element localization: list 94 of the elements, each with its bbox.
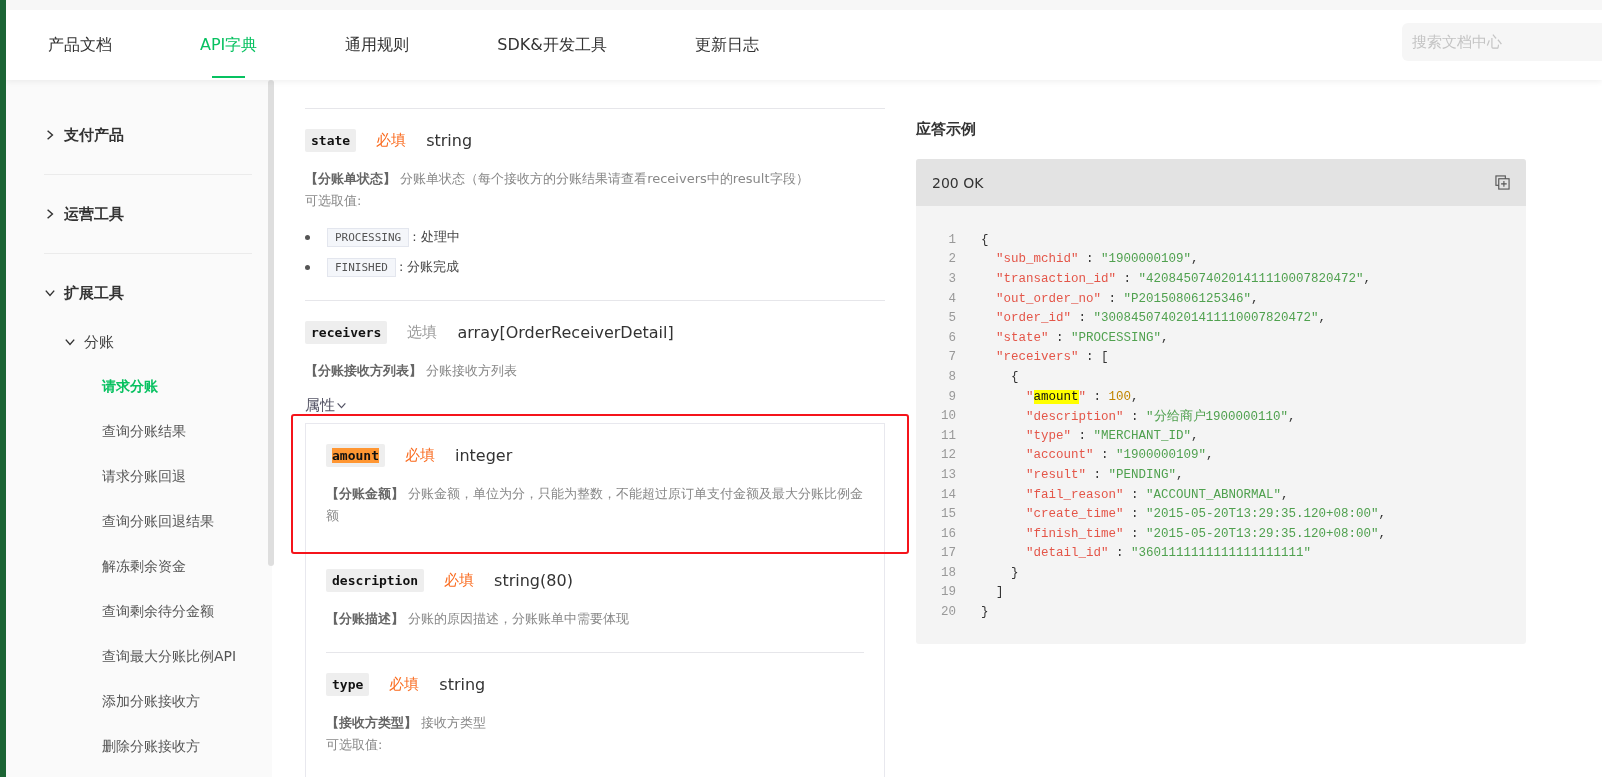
line-number: 14: [940, 487, 956, 502]
nav-tab[interactable]: 更新日志: [694, 10, 759, 80]
code-line: "state" : "PROCESSING",: [995, 330, 1169, 345]
code-line: "amount" : 100,: [1025, 389, 1139, 404]
param-type: string: [426, 131, 473, 150]
option-code: PROCESSING: [327, 227, 410, 247]
param-description: 【分账金额】 分账金额，单位为分，只能为整数，不能超过原订单支付金额及最大分账比例金额: [326, 485, 864, 525]
sidebar-item[interactable]: 查询分账结果: [44, 409, 272, 454]
param-type: array[OrderReceiverDetail]: [457, 323, 674, 342]
line-number: 15: [940, 507, 956, 522]
sidebar-group[interactable]: 运营工具: [44, 189, 272, 239]
code-line: }: [1010, 565, 1019, 580]
option-label: : 分账完成: [399, 258, 460, 276]
required-label: 必填: [444, 571, 475, 590]
line-number: 8: [947, 369, 956, 384]
code-line: {: [1010, 369, 1019, 384]
param-description: 【分账接收方列表】 分账接收方列表: [305, 362, 519, 380]
bullet-icon: [305, 264, 310, 270]
sidebar-subgroup[interactable]: 分账: [44, 320, 272, 364]
code-line: "fail_reason" : "ACCOUNT_ABNORMAL",: [1025, 487, 1289, 502]
sidebar-group[interactable]: 扩展工具: [44, 268, 272, 318]
line-number: 20: [940, 605, 956, 620]
param-description: 【接收方类型】 接收方类型: [326, 714, 488, 732]
sidebar-item[interactable]: 解冻剩余资金: [44, 544, 272, 589]
chevron-icon: [44, 208, 56, 220]
option-label: : 处理中: [412, 228, 460, 246]
code-line: "transaction_id" : "4208450740201411110007820472",: [995, 272, 1372, 286]
line-number: 1: [947, 232, 956, 247]
code-line: {: [981, 232, 989, 247]
line-number: 3: [947, 272, 956, 286]
code-line: ]: [995, 585, 1004, 600]
line-number: 18: [940, 565, 956, 580]
nav-tab[interactable]: SDK&开发工具: [497, 10, 607, 80]
chevron-icon: [44, 287, 56, 299]
param-type: string: [439, 675, 486, 694]
code-line: "result" : "PENDING",: [1025, 467, 1184, 482]
line-number: 5: [947, 311, 956, 326]
scrollbar-thumb[interactable]: [268, 80, 274, 566]
attributes-toggle[interactable]: 属性: [305, 396, 347, 415]
code-line: "order_id" : "3008450740201411110007820472",: [995, 311, 1327, 326]
param-name: state: [305, 129, 357, 152]
param-type: integer: [454, 446, 513, 465]
options-label: 可选取值:: [326, 736, 384, 754]
sidebar-group[interactable]: 支付产品: [44, 110, 272, 160]
options-label: 可选取值:: [305, 192, 363, 210]
sidebar-item[interactable]: 添加分账接收方: [44, 679, 272, 724]
bullet-icon: [305, 234, 310, 240]
line-number: 19: [940, 585, 956, 600]
param-name: description: [326, 569, 425, 592]
chevron-icon: [336, 400, 347, 411]
line-number: 11: [940, 428, 956, 443]
chevron-icon: [64, 336, 76, 348]
code-line: "account" : "1900000109",: [1025, 448, 1214, 463]
param-name: type: [326, 673, 370, 696]
code-line: "detail_id" : "3601111111111111111111": [1025, 546, 1312, 561]
line-number: 7: [947, 350, 956, 365]
param-description: 【分账单状态】 分账单状态（每个接收方的分账结果请查看receivers中的result字段）: [305, 170, 810, 188]
sidebar-item[interactable]: 查询最大分账比例API: [44, 634, 272, 679]
line-number: 9: [947, 389, 956, 404]
code-line: "create_time" : "2015-05-20T13:29:35.120+08:00",: [1025, 507, 1387, 522]
line-number: 13: [940, 467, 956, 482]
code-line: "finish_time" : "2015-05-20T13:29:35.120+08:00",: [1025, 526, 1387, 541]
required-label: 选填: [407, 323, 438, 342]
sidebar-item[interactable]: 删除分账接收方: [44, 724, 272, 769]
sidebar-item[interactable]: 查询分账回退结果: [44, 499, 272, 544]
code-line: }: [981, 605, 989, 620]
line-number: 4: [947, 291, 956, 306]
param-type: string(80): [494, 571, 573, 590]
required-label: 必填: [376, 131, 407, 150]
code-line: "description" : "分给商户1900000110",: [1025, 408, 1296, 425]
status-text: 200 OK: [932, 174, 984, 191]
line-number: 12: [940, 448, 956, 463]
copy-icon[interactable]: [1495, 175, 1510, 190]
param-name: amount: [326, 444, 385, 467]
nav-tab[interactable]: 产品文档: [48, 10, 112, 80]
line-number: 17: [940, 546, 956, 561]
line-number: 2: [947, 252, 956, 267]
line-number: 6: [947, 330, 956, 345]
line-number: 10: [940, 409, 956, 424]
code-line: "sub_mchid" : "1900000109",: [995, 252, 1199, 267]
section-title: 应答示例: [916, 120, 977, 139]
code-line: "type" : "MERCHANT_ID",: [1025, 428, 1199, 443]
param-description: 【分账描述】 分账的原因描述，分账账单中需要体现: [326, 610, 631, 628]
nav-tab[interactable]: 通用规则: [345, 10, 410, 80]
code-line: "receivers" : [: [995, 350, 1109, 365]
required-label: 必填: [389, 675, 420, 694]
param-name: receivers: [305, 321, 388, 344]
sidebar-item[interactable]: 请求分账回退: [44, 454, 272, 499]
code-line: "out_order_no" : "P20150806125346",: [995, 291, 1259, 306]
sidebar-item[interactable]: 查询剩余待分金额: [44, 589, 272, 634]
chevron-icon: [44, 129, 56, 141]
required-label: 必填: [404, 446, 435, 465]
option-code: FINISHED: [327, 257, 396, 277]
line-number: 16: [940, 526, 956, 541]
